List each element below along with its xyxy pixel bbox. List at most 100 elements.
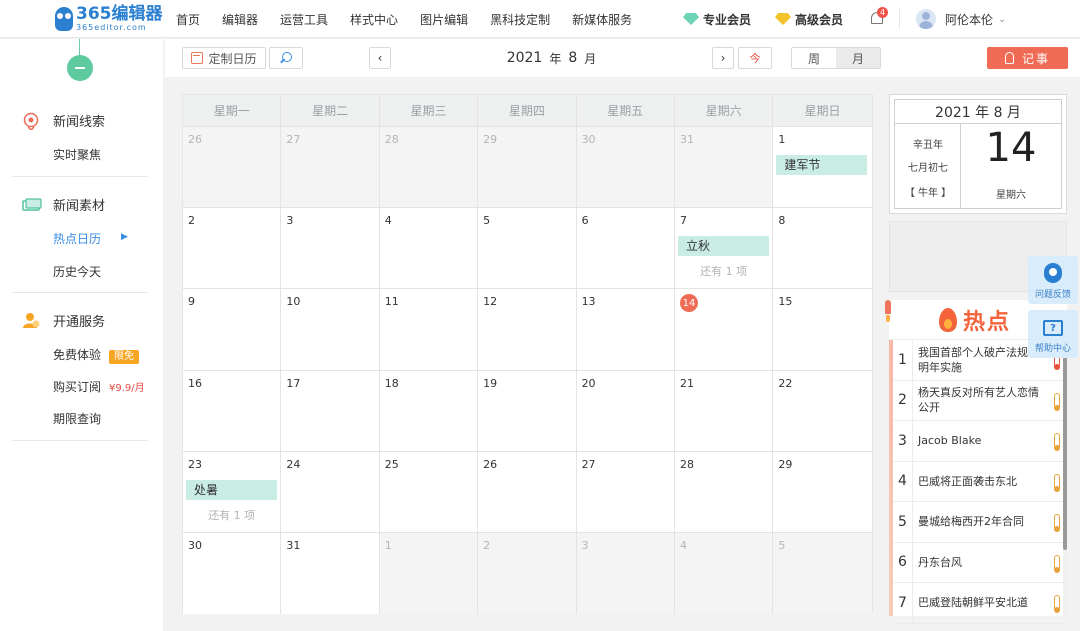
calendar-week-row: 26 27 28 29 30 31 1 建军节 <box>183 127 872 209</box>
date-number: 28 <box>384 133 399 146</box>
today-button[interactable]: 今 <box>738 47 772 69</box>
month-view-button[interactable]: 月 <box>836 48 880 68</box>
target-icon <box>22 112 40 131</box>
hot-topic-item[interactable]: 7 巴威登陆朝鲜平安北道 <box>893 583 1067 624</box>
calendar-day-cell[interactable]: 7 立秋 还有 1 项 <box>674 208 774 289</box>
user-menu[interactable]: 阿伦本伦 ⌄ <box>916 0 1006 38</box>
calendar-day-cell[interactable]: 14 <box>674 289 774 370</box>
calendar-day-cell[interactable]: 3 <box>576 532 675 615</box>
nav-image-edit[interactable]: 图片编辑 <box>420 11 468 28</box>
scrollbar-thumb[interactable] <box>1063 340 1067 550</box>
help-center-button[interactable]: ? 帮助中心 <box>1028 310 1078 358</box>
more-events-link[interactable]: 还有 1 项 <box>675 263 772 279</box>
calendar-day-cell[interactable]: 27 <box>576 451 675 532</box>
sidebar-item-free-trial[interactable]: 免费体验 限免 <box>53 346 140 364</box>
calendar-day-cell[interactable]: 31 <box>674 127 774 208</box>
calendar-day-cell[interactable]: 29 <box>478 127 577 208</box>
sidebar-item-expiry-query[interactable]: 期限查询 <box>53 410 101 427</box>
calendar-day-cell[interactable]: 17 <box>281 370 380 451</box>
add-note-button[interactable]: 记事 <box>987 47 1068 69</box>
calendar-day-cell[interactable]: 5 <box>773 532 872 615</box>
calendar-day-cell[interactable]: 18 <box>379 370 479 451</box>
thermometer-icon <box>1053 595 1060 613</box>
hot-topic-item[interactable]: 5 曼城给梅西开2年合同 <box>893 502 1067 543</box>
calendar-day-cell[interactable]: 3 <box>281 208 380 289</box>
calendar-event[interactable]: 建军节 <box>776 155 868 175</box>
notification-bell-icon[interactable]: 4 <box>869 7 888 27</box>
sidebar-item-realtime[interactable]: 实时聚焦 <box>53 146 101 163</box>
sidebar-item-hot-calendar[interactable]: 热点日历 <box>53 230 101 247</box>
calendar-day-cell[interactable]: 30 <box>576 127 675 208</box>
logo[interactable]: 365编辑器 365editor.com <box>55 5 163 33</box>
date-number: 9 <box>188 295 195 309</box>
hot-topic-item[interactable]: 3 Jacob Blake <box>893 421 1067 462</box>
calendar-day-cell[interactable]: 15 <box>773 289 872 370</box>
calendar-day-cell[interactable]: 24 <box>281 451 380 532</box>
calendar-day-cell[interactable]: 9 <box>183 289 282 370</box>
feedback-button[interactable]: 问题反馈 <box>1028 256 1078 304</box>
calendar-day-cell[interactable]: 1 建军节 <box>773 127 872 208</box>
calendar-day-cell[interactable]: 23 处暑 还有 1 项 <box>183 451 282 532</box>
hot-topic-text: 曼城给梅西开2年合同 <box>918 515 1024 529</box>
sidebar-head-news-clues[interactable]: 新闻线索 <box>22 111 105 131</box>
calendar-event[interactable]: 立秋 <box>677 236 769 257</box>
sidebar-head-services[interactable]: 开通服务 <box>22 311 105 330</box>
calendar-event[interactable]: 处暑 <box>186 479 277 500</box>
nav-editor[interactable]: 编辑器 <box>222 11 258 28</box>
sidebar-item-history-today[interactable]: 历史今天 <box>53 263 101 280</box>
hot-list-scrollbar[interactable] <box>1063 340 1067 616</box>
nav-styles[interactable]: 样式中心 <box>350 11 398 28</box>
calendar-day-cell[interactable]: 27 <box>281 127 380 208</box>
search-button[interactable] <box>269 47 303 69</box>
collapse-sidebar-button[interactable] <box>67 55 93 81</box>
custom-calendar-button[interactable]: 定制日历 <box>182 47 266 69</box>
nav-custom-tech[interactable]: 黑科技定制 <box>490 11 550 28</box>
date-number: 19 <box>483 376 498 390</box>
calendar-day-cell[interactable]: 28 <box>379 127 479 208</box>
calendar-day-cell[interactable]: 20 <box>576 370 675 451</box>
advanced-member-button[interactable]: 高级会员 <box>775 0 843 38</box>
calendar-day-cell[interactable]: 29 <box>773 451 872 532</box>
more-events-link[interactable]: 还有 1 项 <box>183 507 280 523</box>
sidebar-item-subscribe[interactable]: 购买订阅 ¥9.9/月 <box>53 378 145 395</box>
pro-member-button[interactable]: 专业会员 <box>683 0 751 38</box>
calendar-day-cell[interactable]: 25 <box>379 451 479 532</box>
calendar-day-cell[interactable]: 30 <box>183 532 282 615</box>
hot-rank: 5 <box>893 502 913 542</box>
calendar-day-cell[interactable]: 2 <box>183 208 282 289</box>
date-number: 31 <box>286 538 301 552</box>
calendar-day-cell[interactable]: 6 <box>576 208 675 289</box>
calendar-day-cell[interactable]: 5 <box>478 208 577 289</box>
nav-operations[interactable]: 运营工具 <box>280 11 328 28</box>
date-number: 29 <box>483 133 498 146</box>
calendar-day-cell[interactable]: 1 <box>379 532 479 615</box>
calendar-day-cell[interactable]: 31 <box>281 532 380 615</box>
calendar-day-cell[interactable]: 8 <box>773 208 872 289</box>
calendar-day-cell[interactable]: 11 <box>379 289 479 370</box>
calendar-day-cell[interactable]: 2 <box>478 532 577 615</box>
calendar-day-cell[interactable]: 4 <box>379 208 479 289</box>
calendar-day-cell[interactable]: 10 <box>281 289 380 370</box>
hot-topic-item[interactable]: 2 杨天真反对所有艺人恋情公开 <box>893 380 1067 421</box>
calendar-day-cell[interactable]: 26 <box>183 127 282 208</box>
calendar-day-cell[interactable]: 12 <box>478 289 577 370</box>
date-card: 2021 年 8 月 辛丑年 七月初七 【 牛年 】 14 星期六 <box>889 94 1067 214</box>
calendar-day-cell[interactable]: 19 <box>478 370 577 451</box>
sidebar-head-news-materials[interactable]: 新闻素材 <box>22 195 105 214</box>
nav-home[interactable]: 首页 <box>176 11 200 28</box>
hot-topic-item[interactable]: 4 巴威将正面袭击东北 <box>893 461 1067 502</box>
calendar-day-cell[interactable]: 13 <box>576 289 675 370</box>
calendar-day-cell[interactable]: 21 <box>674 370 774 451</box>
service-icon <box>22 312 40 330</box>
nav-new-media[interactable]: 新媒体服务 <box>572 11 632 28</box>
calendar-day-cell[interactable]: 26 <box>478 451 577 532</box>
calendar-day-cell[interactable]: 22 <box>773 370 872 451</box>
hot-topic-item[interactable]: 6 丹东台风 <box>893 542 1067 583</box>
calendar-day-cell[interactable]: 16 <box>183 370 282 451</box>
prev-month-button[interactable]: ‹ <box>369 47 391 69</box>
week-view-button[interactable]: 周 <box>792 48 836 68</box>
avatar <box>916 9 936 29</box>
next-month-button[interactable]: › <box>712 47 734 69</box>
calendar-day-cell[interactable]: 28 <box>674 451 774 532</box>
calendar-day-cell[interactable]: 4 <box>674 532 774 615</box>
